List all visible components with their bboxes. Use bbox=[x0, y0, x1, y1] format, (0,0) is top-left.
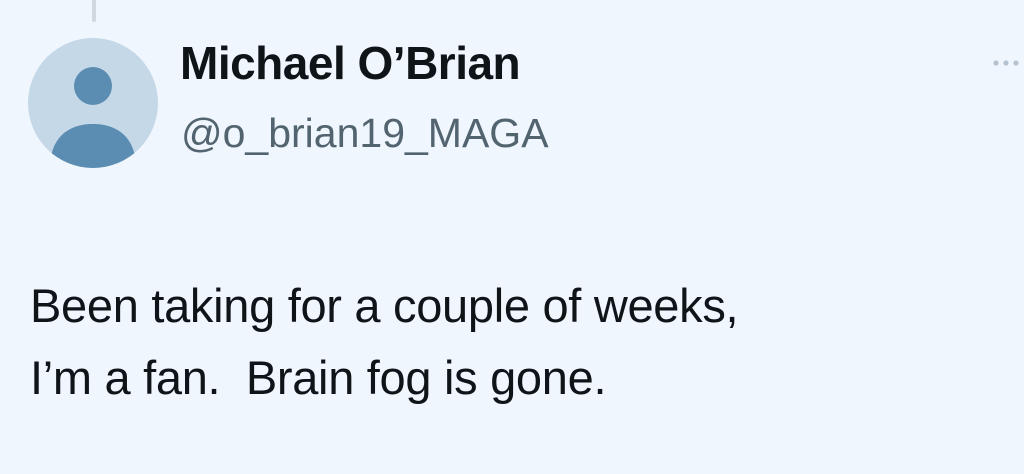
author-handle[interactable]: @o_brian19_MAGA bbox=[181, 110, 549, 157]
tweet-text-line-1: Been taking for a couple of weeks, bbox=[30, 279, 739, 332]
tweet-text-line-2: I’m a fan. Brain fog is gone. bbox=[30, 351, 607, 404]
default-user-icon bbox=[50, 67, 136, 168]
author-display-name[interactable]: Michael O’Brian bbox=[180, 37, 521, 90]
avatar[interactable] bbox=[28, 38, 158, 168]
more-options-button[interactable] bbox=[986, 44, 1024, 82]
tweet-text: Been taking for a couple of weeks, I’m a… bbox=[30, 270, 990, 414]
more-horizontal-icon bbox=[993, 60, 1019, 66]
thread-connector-line bbox=[92, 0, 96, 22]
